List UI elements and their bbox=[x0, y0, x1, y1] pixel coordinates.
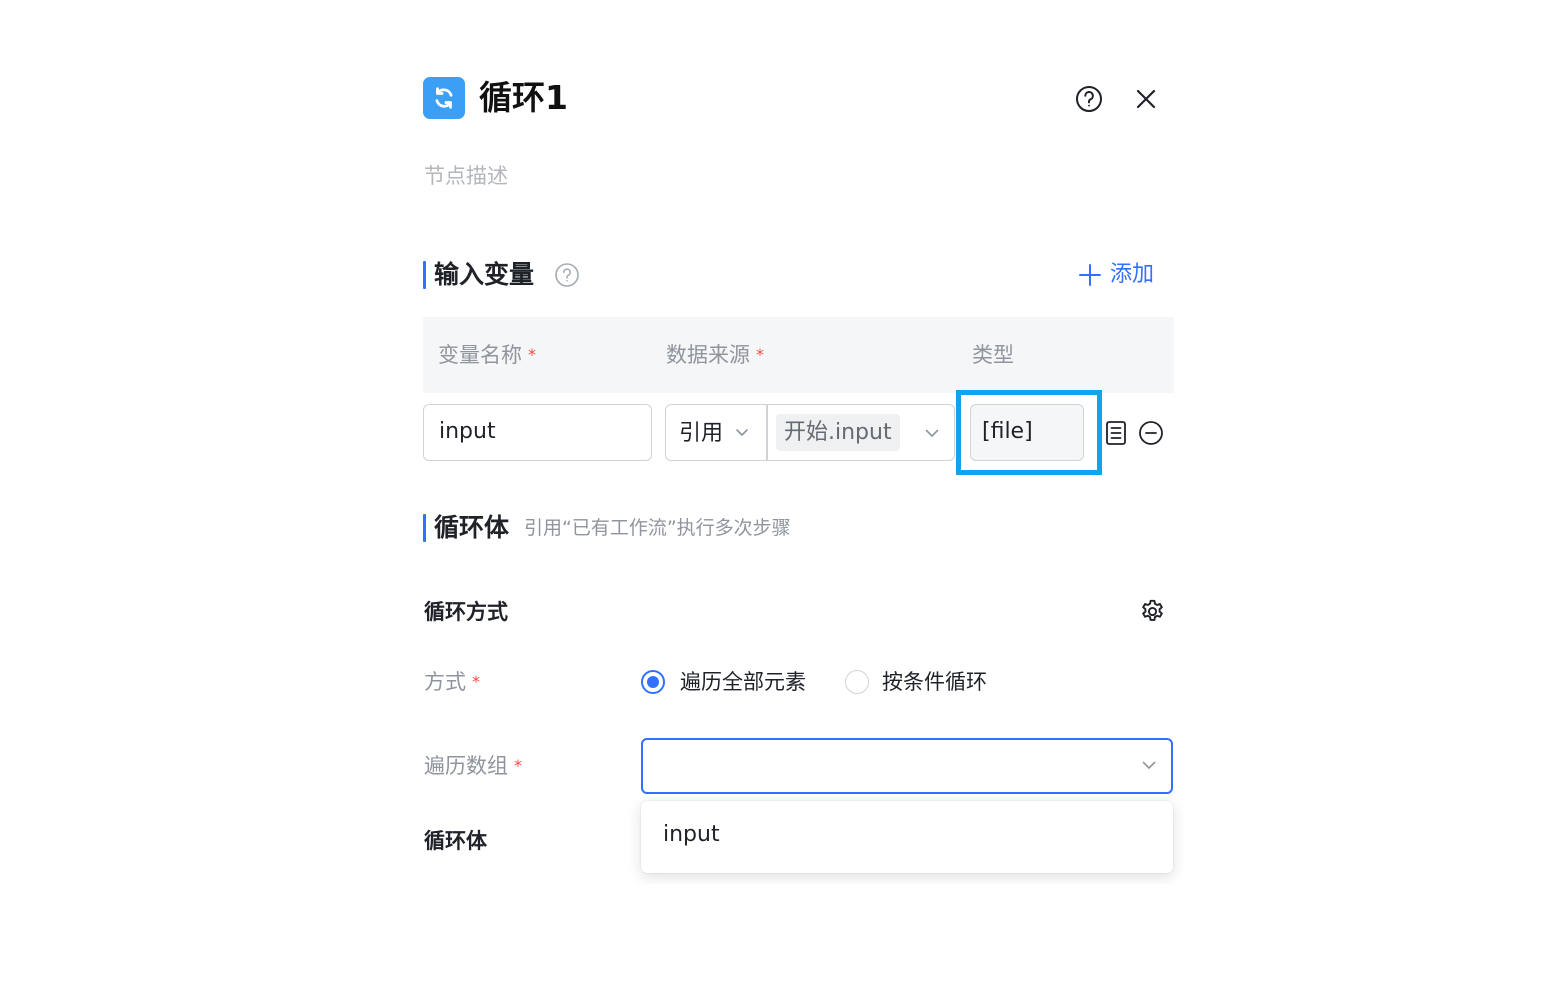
source-mode-select[interactable]: 引用 bbox=[679, 420, 723, 448]
variable-type-field: [file] bbox=[970, 404, 1084, 461]
cropped-area bbox=[423, 884, 1183, 996]
column-header-type: 类型 bbox=[972, 343, 1014, 367]
dropdown-option-input[interactable]: input bbox=[663, 820, 720, 850]
radio-conditional-loop[interactable] bbox=[845, 670, 869, 694]
column-header-name: 变量名称 * bbox=[438, 343, 536, 367]
loop-body-subtitle: 引用“已有工作流”执行多次步骤 bbox=[524, 517, 791, 539]
chevron-down-icon[interactable] bbox=[733, 423, 751, 445]
minus-circle-icon[interactable] bbox=[1138, 420, 1164, 446]
node-description[interactable]: 节点描述 bbox=[424, 162, 508, 190]
node-title[interactable]: 循环1 bbox=[479, 76, 568, 120]
variable-name-input[interactable]: input bbox=[423, 404, 652, 461]
loop-body-label: 循环体 bbox=[424, 829, 487, 853]
section-accent-bar bbox=[423, 261, 426, 289]
loop-node-icon bbox=[423, 77, 465, 119]
radio-traverse-all-label[interactable]: 遍历全部元素 bbox=[680, 668, 806, 696]
document-icon[interactable] bbox=[1104, 420, 1128, 446]
loop-mode-title: 循环方式 bbox=[424, 600, 508, 624]
radio-conditional-loop-label[interactable]: 按条件循环 bbox=[882, 668, 987, 696]
column-header-source: 数据来源 * bbox=[666, 343, 764, 367]
array-label: 遍历数组 * bbox=[424, 754, 522, 778]
gear-icon[interactable] bbox=[1139, 598, 1166, 625]
question-circle-icon[interactable] bbox=[554, 262, 580, 288]
loop-body-title: 循环体 bbox=[434, 513, 510, 542]
source-value-tag[interactable]: 开始.input bbox=[776, 414, 900, 451]
chevron-down-icon[interactable] bbox=[922, 423, 942, 447]
radio-traverse-all[interactable] bbox=[641, 670, 665, 694]
array-dropdown-menu bbox=[641, 801, 1173, 873]
add-variable-label: 添加 bbox=[1110, 262, 1155, 287]
chevron-down-icon[interactable] bbox=[1139, 755, 1159, 779]
section-accent-bar bbox=[423, 514, 426, 542]
array-select[interactable] bbox=[641, 738, 1173, 794]
help-icon[interactable] bbox=[1074, 84, 1104, 114]
add-variable-button[interactable]: 添加 bbox=[1078, 260, 1154, 290]
plus-icon bbox=[1079, 264, 1101, 286]
source-divider bbox=[766, 405, 768, 460]
input-variables-title: 输入变量 bbox=[434, 260, 535, 289]
mode-label: 方式 * bbox=[424, 670, 480, 694]
close-icon[interactable] bbox=[1131, 84, 1161, 114]
